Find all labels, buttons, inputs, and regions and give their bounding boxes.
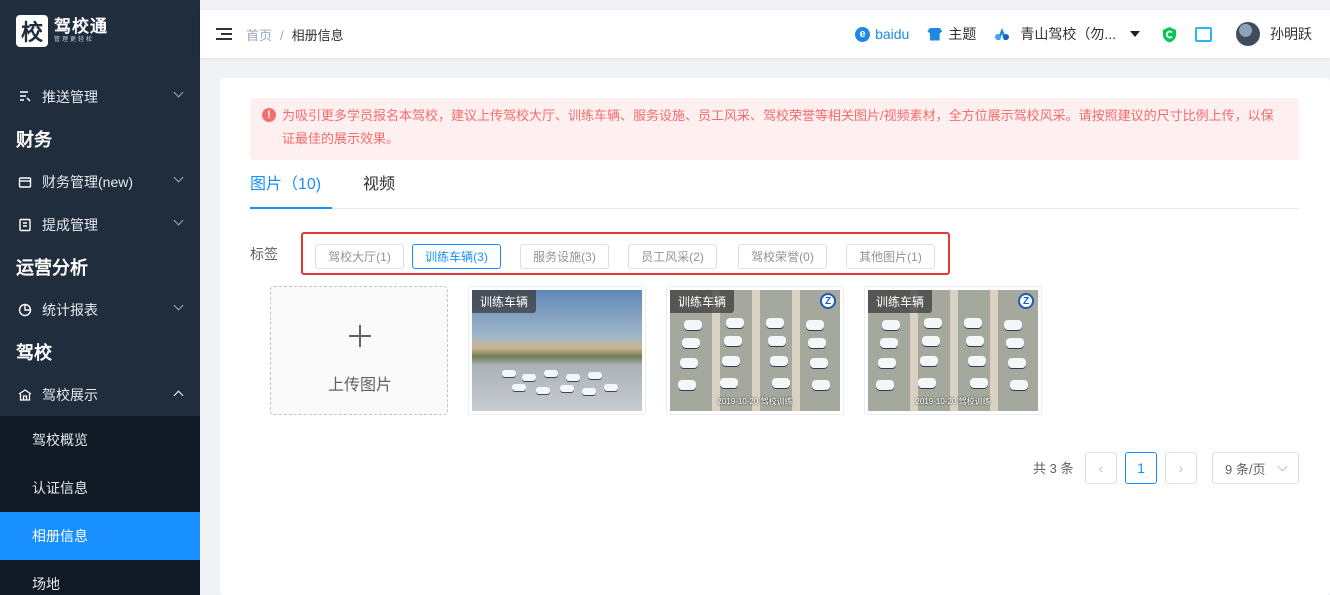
photo-caption: 2019-10-20 驾校训练 — [717, 397, 793, 406]
menu-fold-icon[interactable] — [216, 28, 232, 40]
upload-label: 上传图片 — [327, 377, 392, 394]
sidebar-item-label: 提成管理 — [42, 216, 98, 233]
baidu-label: baidu — [875, 26, 910, 42]
tag-hall[interactable]: 驾校大厅(1) — [315, 244, 404, 269]
browser-icon: e — [855, 26, 871, 42]
next-page-button[interactable]: › — [1165, 452, 1197, 484]
alert-text: 为吸引更多学员报名本驾校，建议上传驾校大厅、训练车辆、服务设施、员工风采、驾校荣… — [282, 108, 1274, 146]
submenu-school-display: 驾校概览 认证信息 相册信息 场地 — [0, 416, 200, 595]
breadcrumb-home[interactable]: 首页 — [246, 28, 272, 43]
sidebar-subitem-album[interactable]: 相册信息 — [0, 512, 200, 560]
shirt-icon — [927, 27, 943, 41]
logo-mark: 校 — [16, 15, 48, 47]
school-icon — [18, 388, 32, 402]
tag-training-vehicles[interactable]: 训练车辆(3) — [412, 244, 501, 269]
plus-icon — [349, 325, 371, 347]
top-header: 首页 / 相册信息 e baidu 主题 青山驾校（勿... 孙明跃 — [200, 10, 1330, 58]
caret-down-icon — [1130, 31, 1140, 37]
logo-title: 驾校通 — [54, 17, 108, 36]
page-number-button[interactable]: 1 — [1125, 452, 1157, 484]
group-title-finance: 财务 — [16, 130, 52, 150]
pagination-total: 共 3 条 — [1033, 461, 1074, 476]
chevron-down-icon — [173, 172, 184, 183]
monitor-icon[interactable] — [1195, 26, 1212, 42]
breadcrumb-separator: / — [280, 27, 284, 43]
sidebar-subitem-overview[interactable]: 驾校概览 — [0, 416, 200, 464]
album-card: ! 为吸引更多学员报名本驾校，建议上传驾校大厅、训练车辆、服务设施、员工风采、驾… — [220, 78, 1330, 595]
prev-page-button[interactable]: ‹ — [1085, 452, 1117, 484]
sidebar-item-label: 推送管理 — [42, 88, 98, 105]
wallet-icon — [18, 175, 32, 189]
push-icon — [18, 90, 32, 104]
sidebar-item-push[interactable]: 推送管理 — [0, 75, 200, 118]
page-size-value: 9 条/页 — [1225, 461, 1266, 477]
theme-button[interactable]: 主题 — [927, 24, 976, 44]
sidebar-item-label: 统计报表 — [42, 301, 98, 318]
photo-image: 训练车辆 Z 2019-10-20 驾校训练 — [868, 290, 1038, 411]
chevron-up-icon — [173, 390, 184, 401]
group-title-analysis: 运营分析 — [16, 258, 88, 278]
photo-caption: 2019-10-20 驾校训练 — [915, 397, 991, 406]
page-size-select[interactable]: 9 条/页 — [1212, 452, 1299, 484]
photo-card[interactable]: 训练车辆 — [468, 286, 646, 415]
commission-icon — [18, 218, 32, 232]
pie-chart-icon — [18, 303, 32, 317]
chevron-down-icon — [173, 300, 184, 311]
avatar[interactable] — [1236, 22, 1260, 46]
warning-icon: ! — [262, 108, 276, 122]
tag-filter-label: 标签 — [250, 246, 278, 262]
sidebar-item-label: 财务管理(new) — [42, 173, 134, 190]
logo-subtitle: 管理更轻松 — [54, 37, 95, 43]
sidebar-subitem-certification[interactable]: 认证信息 — [0, 464, 200, 512]
chevron-down-icon — [173, 215, 184, 226]
school-switcher[interactable]: 青山驾校（勿... — [994, 24, 1140, 44]
media-tabs: 图片（10) 视频 — [250, 174, 1299, 209]
photo-image: 训练车辆 — [472, 290, 642, 411]
user-name[interactable]: 孙明跃 — [1270, 24, 1312, 44]
tab-videos[interactable]: 视频 — [363, 174, 395, 209]
photo-tag: 训练车辆 — [472, 290, 537, 313]
breadcrumb: 首页 / 相册信息 — [246, 25, 344, 44]
tag-staff[interactable]: 员工风采(2) — [628, 244, 717, 269]
photo-card[interactable]: 训练车辆 Z 2019-10-20 驾校训练 — [666, 286, 844, 415]
school-logo-icon — [995, 28, 1010, 40]
photo-card[interactable]: 训练车辆 Z 2019-10-20 驾校训练 — [864, 286, 1042, 415]
sidebar-item-commission[interactable]: 提成管理 — [0, 203, 200, 246]
photo-image: 训练车辆 Z 2019-10-20 驾校训练 — [670, 290, 840, 411]
group-title-school: 驾校 — [16, 343, 52, 363]
upload-tip-alert: ! 为吸引更多学员报名本驾校，建议上传驾校大厅、训练车辆、服务设施、员工风采、驾… — [250, 98, 1299, 160]
photo-tag: 训练车辆 — [868, 290, 933, 313]
theme-label: 主题 — [948, 26, 977, 42]
upload-image-button[interactable]: 上传图片 — [270, 286, 448, 415]
tag-filter-group: 驾校大厅(1) 训练车辆(3) 服务设施(3) 员工风采(2) 驾校荣誉(0) … — [301, 232, 950, 275]
baidu-link[interactable]: e baidu — [855, 26, 909, 42]
tag-other[interactable]: 其他图片(1) — [846, 244, 935, 269]
brand-badge-icon: Z — [820, 293, 836, 309]
tag-service-facilities[interactable]: 服务设施(3) — [520, 244, 609, 269]
photo-tag: 训练车辆 — [670, 290, 735, 313]
breadcrumb-current: 相册信息 — [291, 27, 344, 43]
chevron-down-icon — [173, 87, 184, 98]
sidebar-item-finance[interactable]: 财务管理(new) — [0, 160, 200, 203]
sidebar-subitem-venue[interactable]: 场地 — [0, 560, 200, 595]
tab-pictures[interactable]: 图片（10) — [250, 174, 332, 209]
chevron-down-icon — [1277, 461, 1288, 472]
sidebar-item-label: 驾校展示 — [42, 386, 98, 403]
tag-honors[interactable]: 驾校荣誉(0) — [738, 244, 827, 269]
school-name: 青山驾校（勿... — [1020, 26, 1116, 42]
shield-icon[interactable] — [1162, 26, 1177, 43]
logo: 校 驾校通 管理更轻松 — [0, 0, 200, 62]
sidebar-item-school-display[interactable]: 驾校展示 — [0, 373, 200, 416]
sidebar-item-reports[interactable]: 统计报表 — [0, 288, 200, 331]
brand-badge-icon: Z — [1018, 293, 1034, 309]
sidebar: 校 驾校通 管理更轻松 推送管理 财务 财务管理(new) 提成管理 运营分析 … — [0, 0, 200, 595]
